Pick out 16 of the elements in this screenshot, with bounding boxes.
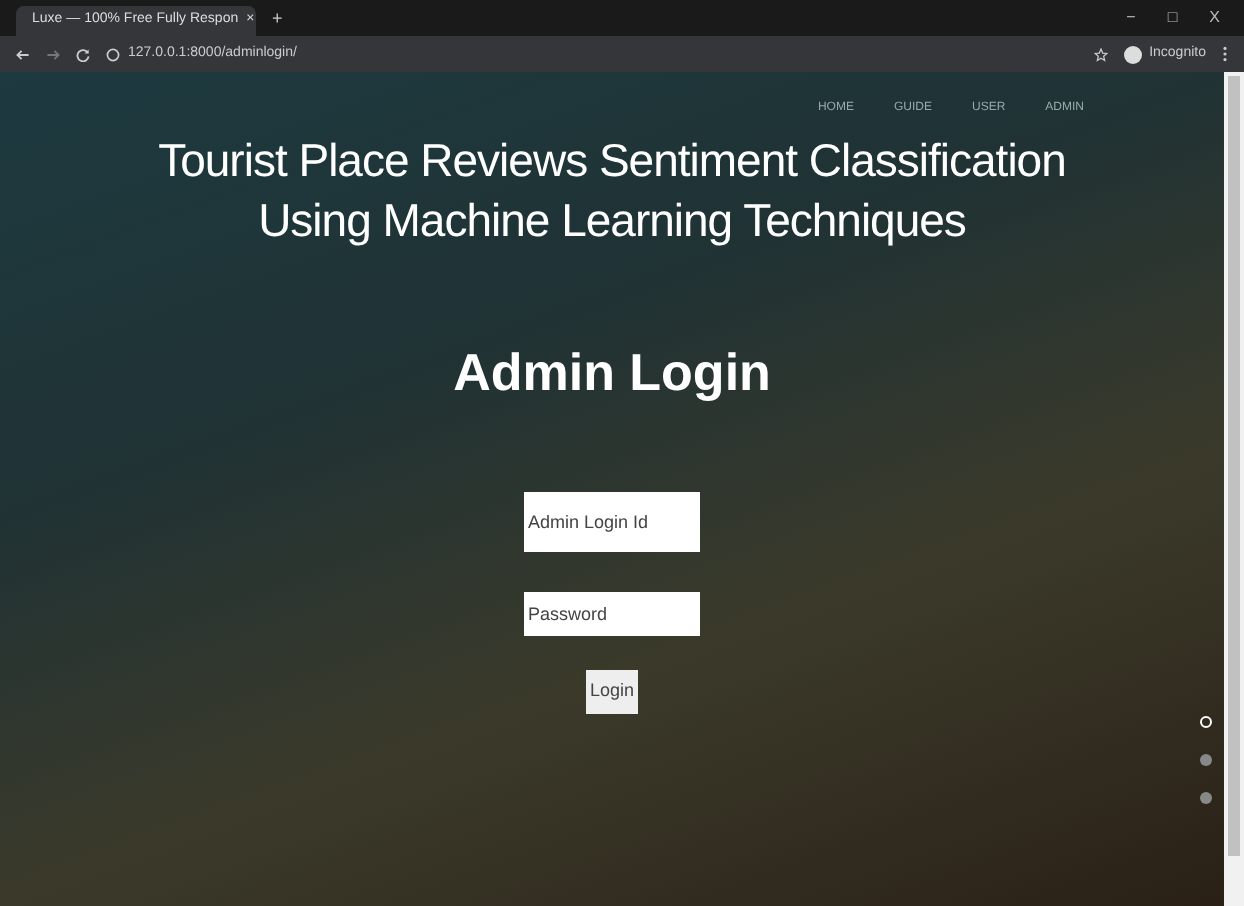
window-control[interactable]: X bbox=[1209, 6, 1220, 30]
window-control[interactable]: □ bbox=[1167, 6, 1178, 30]
login-heading: Admin Login bbox=[453, 340, 771, 406]
login-button[interactable]: Login bbox=[585, 670, 639, 714]
scrollbar[interactable] bbox=[1224, 72, 1244, 906]
back-icon[interactable] bbox=[16, 47, 30, 61]
forward-icon[interactable] bbox=[46, 47, 60, 61]
window-control[interactable]: − bbox=[1126, 6, 1136, 30]
info-icon bbox=[106, 47, 120, 61]
input-field[interactable]: Password bbox=[524, 592, 700, 636]
star-icon[interactable] bbox=[1093, 47, 1108, 61]
reload-icon[interactable] bbox=[76, 47, 90, 61]
new-tab-button[interactable]: + bbox=[272, 5, 283, 32]
menu-icon[interactable] bbox=[1222, 46, 1228, 62]
input-field[interactable]: Admin Login Id bbox=[524, 492, 700, 552]
page-title: Tourist Place Reviews Sentiment Classification Using Machine Learning Techniques bbox=[156, 132, 1068, 250]
